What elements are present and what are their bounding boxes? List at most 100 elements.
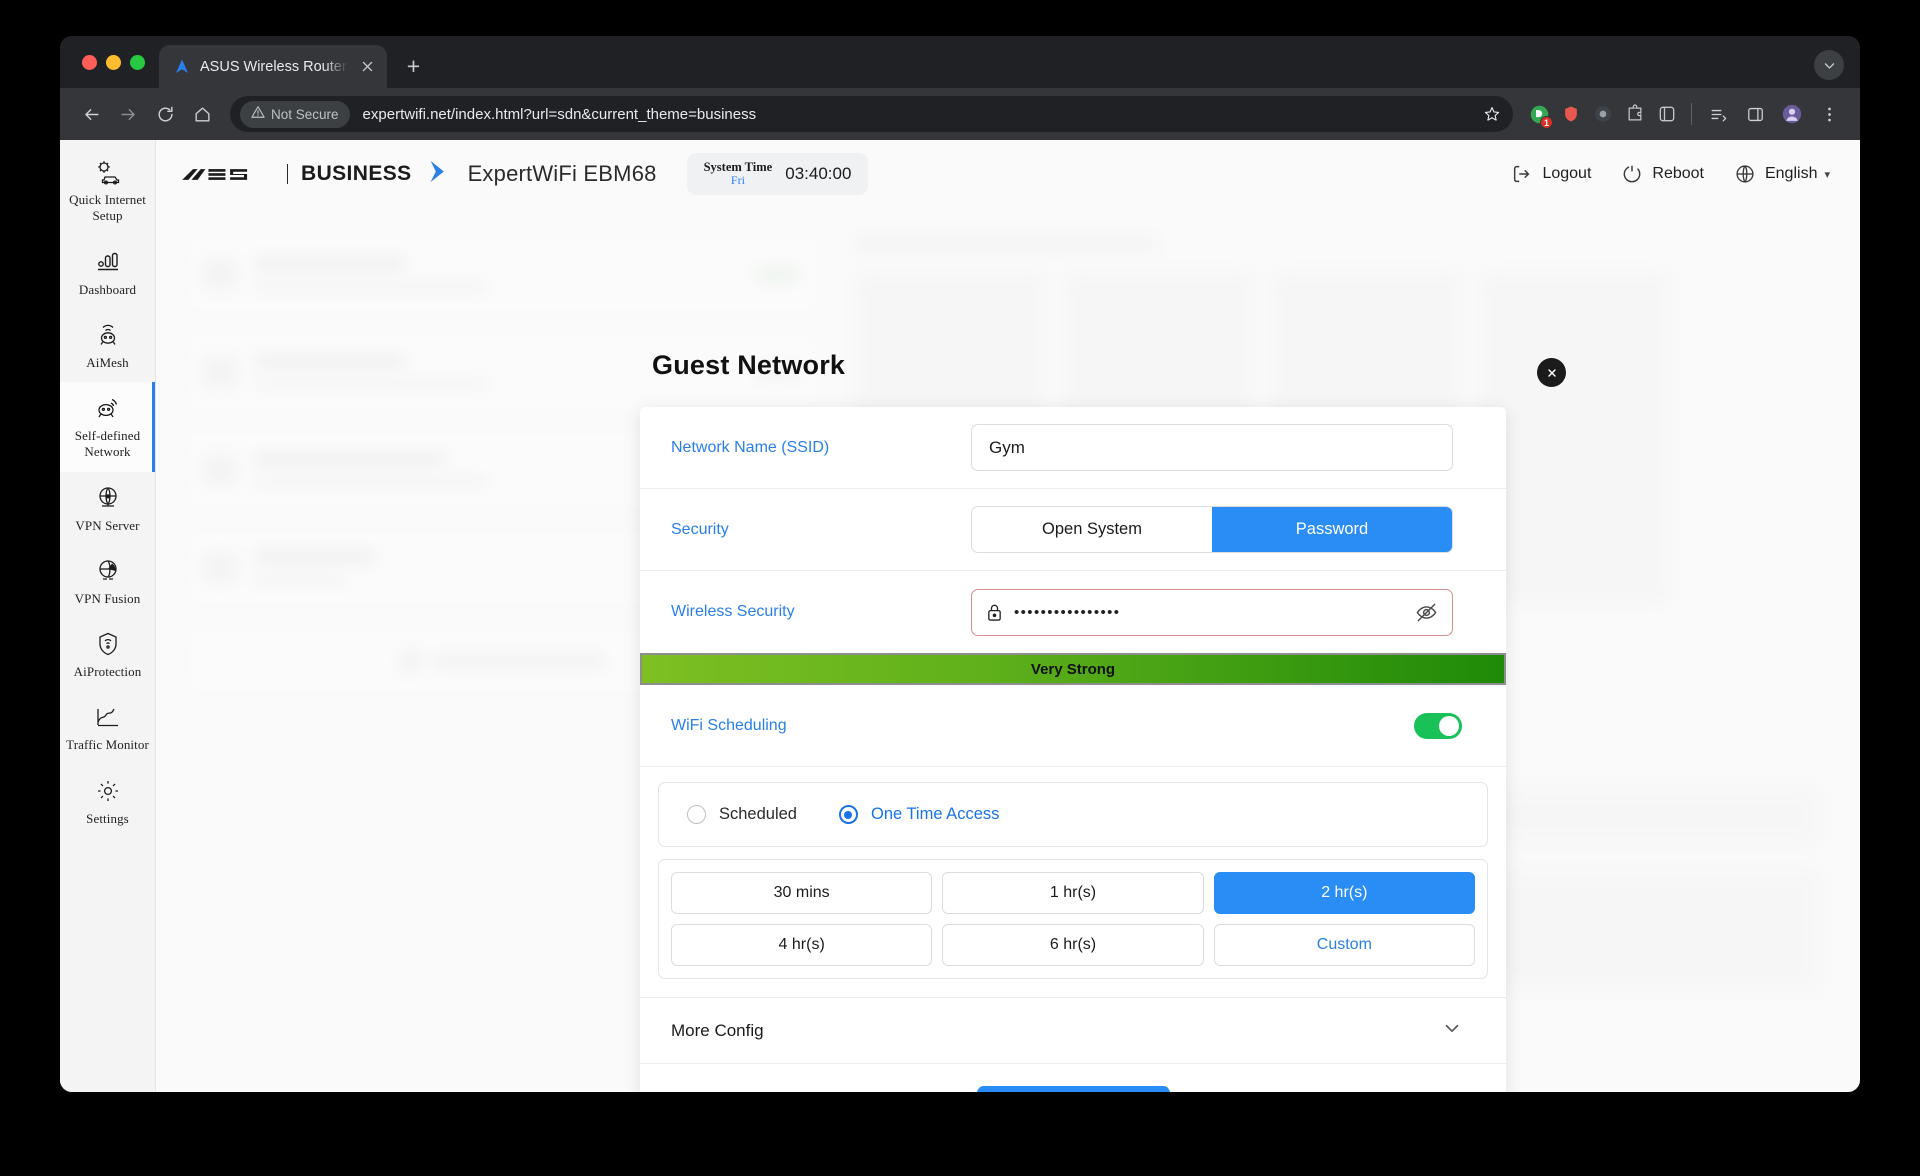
brand-business-label: BUSINESS [301, 162, 412, 185]
system-time-day: Fri [730, 173, 745, 188]
logout-label: Logout [1542, 165, 1592, 182]
logo-divider [287, 164, 288, 184]
sidebar-item-aiprotection[interactable]: AiProtection [60, 618, 155, 691]
sidebar-item-label: VPN Server [75, 517, 140, 533]
extension-icons: 1 [1524, 99, 1682, 129]
minimize-window-button[interactable] [106, 54, 121, 70]
schedule-mode-panel: Scheduled One Time Access [658, 782, 1488, 847]
omnibox[interactable]: Not Secure expertwifi.net/index.html?url… [230, 96, 1513, 132]
duration-6-hr[interactable]: 6 hr(s) [942, 924, 1204, 966]
duration-4-hr[interactable]: 4 hr(s) [671, 924, 933, 966]
radio-one-time-access[interactable]: One Time Access [838, 805, 1000, 824]
lock-icon [986, 603, 1003, 622]
sidebar-item-label: Quick Internet Setup [69, 192, 146, 224]
security-label: Security [671, 520, 729, 538]
sidebar-item-label: AiProtection [73, 664, 142, 679]
traffic-monitor-icon [94, 703, 122, 731]
sidebar-item-aimesh[interactable]: AiMesh [60, 309, 155, 382]
profile-avatar-icon[interactable] [1775, 97, 1809, 131]
close-icon[interactable] [357, 56, 378, 77]
sidebar-item-traffic-monitor[interactable]: Traffic Monitor [60, 691, 155, 764]
asus-favicon [173, 58, 191, 76]
password-value: •••••••••••••••• [1014, 603, 1121, 621]
extension-puzzle-icon[interactable] [1620, 99, 1650, 129]
extension-shield-icon[interactable] [1556, 99, 1586, 129]
radio-label: Scheduled [719, 805, 797, 823]
system-time-clock: 03:40:00 [785, 164, 852, 183]
back-arrow-icon[interactable] [74, 97, 108, 131]
close-icon[interactable] [1537, 358, 1566, 387]
reboot-label: Reboot [1652, 165, 1704, 182]
reading-list-icon[interactable] [1701, 97, 1735, 131]
reboot-button[interactable]: Reboot [1621, 163, 1704, 185]
extension-green-icon[interactable]: 1 [1524, 99, 1554, 129]
sidebar: Quick Internet Setup Dashboard AiMesh Se… [60, 140, 156, 1092]
guest-network-form: Network Name (SSID) Gym Security Open Sy… [640, 407, 1506, 1092]
radio-scheduled[interactable]: Scheduled [687, 805, 797, 824]
sidebar-item-settings[interactable]: Settings [60, 765, 155, 838]
duration-30-mins[interactable]: 30 mins [671, 872, 933, 914]
sidebar-item-label: Traffic Monitor [66, 737, 149, 753]
asus-logo: BUSINESS [180, 158, 452, 190]
wireless-security-row: Wireless Security •••••••••••••••• [640, 571, 1506, 653]
asus-wordmark-icon [182, 168, 248, 180]
wifi-scheduling-label: WiFi Scheduling [671, 716, 787, 734]
duration-custom[interactable]: Custom [1213, 924, 1475, 966]
more-config-row[interactable]: More Config [640, 997, 1506, 1063]
extension-square-icon[interactable] [1652, 99, 1682, 129]
forward-arrow-icon[interactable] [111, 97, 145, 131]
home-icon[interactable] [185, 97, 219, 131]
star-icon[interactable] [1477, 99, 1507, 129]
chevron-down-icon[interactable] [1814, 50, 1844, 80]
sidebar-item-vpn-fusion[interactable]: VPN Fusion [60, 545, 155, 618]
security-option-open-system[interactable]: Open System [972, 507, 1212, 552]
page-content: Quick Internet Setup Dashboard AiMesh Se… [60, 140, 1860, 1092]
warning-triangle-icon [251, 105, 265, 124]
address-bar-url[interactable]: expertwifi.net/index.html?url=sdn&curren… [363, 106, 1477, 123]
apply-button[interactable]: Apply [976, 1086, 1170, 1092]
sidebar-item-label: AiMesh [86, 354, 129, 370]
sidebar-item-dashboard[interactable]: Dashboard [60, 236, 155, 309]
site-security-chip[interactable]: Not Secure [240, 100, 350, 128]
wifi-scheduling-toggle[interactable] [1414, 712, 1462, 739]
security-option-password[interactable]: Password [1212, 507, 1452, 552]
reboot-icon [1621, 163, 1643, 185]
sidebar-item-label: Self-defined Network [74, 428, 141, 460]
window-traffic-lights [78, 36, 159, 88]
browser-tab[interactable]: ASUS Wireless Router Expert [159, 45, 387, 88]
aimesh-icon [94, 321, 122, 349]
logout-button[interactable]: Logout [1511, 163, 1591, 185]
language-label: English [1764, 165, 1818, 182]
sidebar-item-vpn-server[interactable]: VPN Server [60, 472, 155, 545]
settings-gear-icon [94, 777, 122, 805]
side-panel-icon[interactable] [1738, 97, 1772, 131]
radio-button-icon [687, 805, 706, 824]
page-title: Guest Network [652, 350, 846, 380]
reload-icon[interactable] [148, 97, 182, 131]
logout-icon [1511, 163, 1533, 185]
sidebar-item-label: VPN Fusion [74, 590, 141, 606]
sidebar-item-label: Settings [86, 810, 129, 826]
chevron-down-icon [1442, 1018, 1462, 1043]
sidebar-item-quick-internet-setup[interactable]: Quick Internet Setup [60, 146, 155, 236]
duration-1-hr[interactable]: 1 hr(s) [942, 872, 1204, 914]
language-selector[interactable]: English ▾ [1734, 163, 1830, 185]
sidebar-item-self-defined-network[interactable]: Self-defined Network [60, 382, 155, 472]
duration-panel: 30 mins 1 hr(s) 2 hr(s) 4 hr(s) 6 hr(s) … [658, 859, 1488, 979]
ssid-input[interactable]: Gym [971, 424, 1453, 471]
new-tab-button[interactable]: + [397, 50, 430, 83]
close-window-button[interactable] [82, 54, 97, 70]
password-strength-bar: Very Strong [640, 653, 1506, 685]
router-model-name: ExpertWiFi EBM68 [467, 161, 657, 186]
brand-chevron-icon [427, 158, 450, 190]
maximize-window-button[interactable] [130, 54, 145, 70]
wireless-security-password-input[interactable]: •••••••••••••••• [971, 588, 1453, 636]
chrome-menu-icon[interactable] [1812, 97, 1846, 131]
globe-icon [1734, 163, 1756, 185]
duration-2-hr[interactable]: 2 hr(s) [1213, 872, 1475, 914]
eye-off-icon[interactable] [1415, 601, 1438, 624]
ssid-label: Network Name (SSID) [671, 438, 830, 456]
radio-label: One Time Access [870, 805, 1000, 823]
password-strength-container: Very Strong [640, 653, 1506, 685]
extension-dark-circle-icon[interactable] [1588, 99, 1618, 129]
